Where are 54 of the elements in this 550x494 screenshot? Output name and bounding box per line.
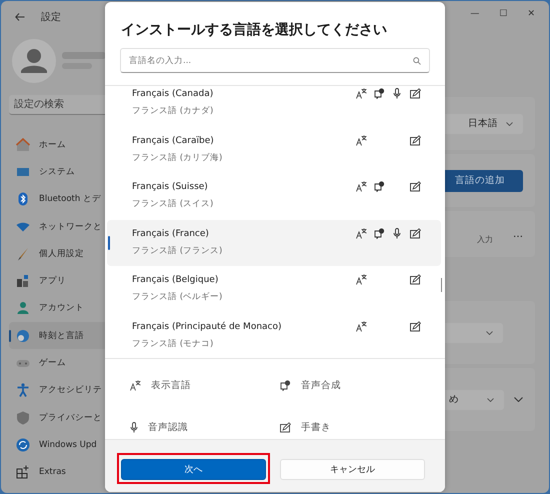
brush-icon xyxy=(16,246,30,261)
cancel-button[interactable]: キャンセル xyxy=(280,459,425,480)
microphone-icon xyxy=(130,422,138,432)
window-control[interactable]: — xyxy=(470,9,480,19)
language-native-name: フランス語 (カリブ海) xyxy=(132,152,222,164)
dropdown-value: め xyxy=(449,393,459,406)
access-icon xyxy=(16,383,30,398)
language-native-name: フランス語 (カナダ) xyxy=(132,105,214,117)
chevron-down-icon[interactable] xyxy=(514,397,523,402)
language-native-name: フランス語 (モナコ) xyxy=(132,338,214,350)
nav-item[interactable]: Extras xyxy=(9,458,119,486)
extras-icon xyxy=(16,465,30,480)
language-name: Français (Suisse) xyxy=(132,182,209,192)
legend-label: 手書き xyxy=(301,420,331,434)
language-name: Français (Belgique) xyxy=(132,275,220,286)
chevron-down-icon xyxy=(487,398,494,402)
language-native-name: フランス語 (スイス) xyxy=(132,198,214,210)
home-icon xyxy=(16,138,30,152)
update-icon xyxy=(16,438,30,452)
language-native-name: フランス語 (フランス) xyxy=(132,244,222,257)
bluetooth-icon xyxy=(16,192,30,206)
chevron-down-icon xyxy=(486,330,493,334)
window-title: 設定 xyxy=(41,10,61,24)
legend-label: 表示言語 xyxy=(151,378,191,392)
display-language-icon xyxy=(130,380,141,390)
nav-item[interactable]: プライバシーと xyxy=(9,404,119,432)
language-item[interactable]: Français (France) フランス語 (フランス) xyxy=(107,220,441,266)
legend-label: 音声認識 xyxy=(148,420,188,434)
pen-icon xyxy=(280,422,291,432)
apps-icon xyxy=(16,274,30,288)
shield-icon xyxy=(16,410,30,425)
legend-label: 音声合成 xyxy=(301,378,341,392)
language-name: Français (Canada) xyxy=(132,89,214,99)
speech-bubble-icon xyxy=(280,380,291,390)
dialog-title: インストールする言語を選択してください xyxy=(120,20,388,40)
dropdown-value: 日本語 xyxy=(468,117,498,130)
nav-item[interactable]: Windows Upd xyxy=(9,431,119,459)
window-control[interactable]: ✕ xyxy=(527,9,535,19)
person-icon xyxy=(16,301,30,316)
card-text: 入力 xyxy=(477,234,493,244)
language-name: Français (Caraïbe) xyxy=(132,136,215,146)
chevron-down-icon xyxy=(506,122,513,126)
globe-icon xyxy=(16,328,30,343)
avatar-icon xyxy=(12,39,56,83)
nav-item[interactable]: アクセシビリテ xyxy=(9,376,119,404)
language-name: Français (France) xyxy=(132,228,210,239)
window-control[interactable]: ☐ xyxy=(499,9,508,19)
search-field[interactable]: 言語名の入力... xyxy=(120,48,430,73)
search-icon xyxy=(413,56,421,64)
back-icon[interactable] xyxy=(15,13,25,21)
more-button[interactable]: … xyxy=(513,228,523,240)
language-name: Français (Principauté de Monaco) xyxy=(132,322,282,332)
language-native-name: フランス語 (ベルギー) xyxy=(132,291,222,304)
next-button[interactable]: 次へ xyxy=(121,459,266,480)
